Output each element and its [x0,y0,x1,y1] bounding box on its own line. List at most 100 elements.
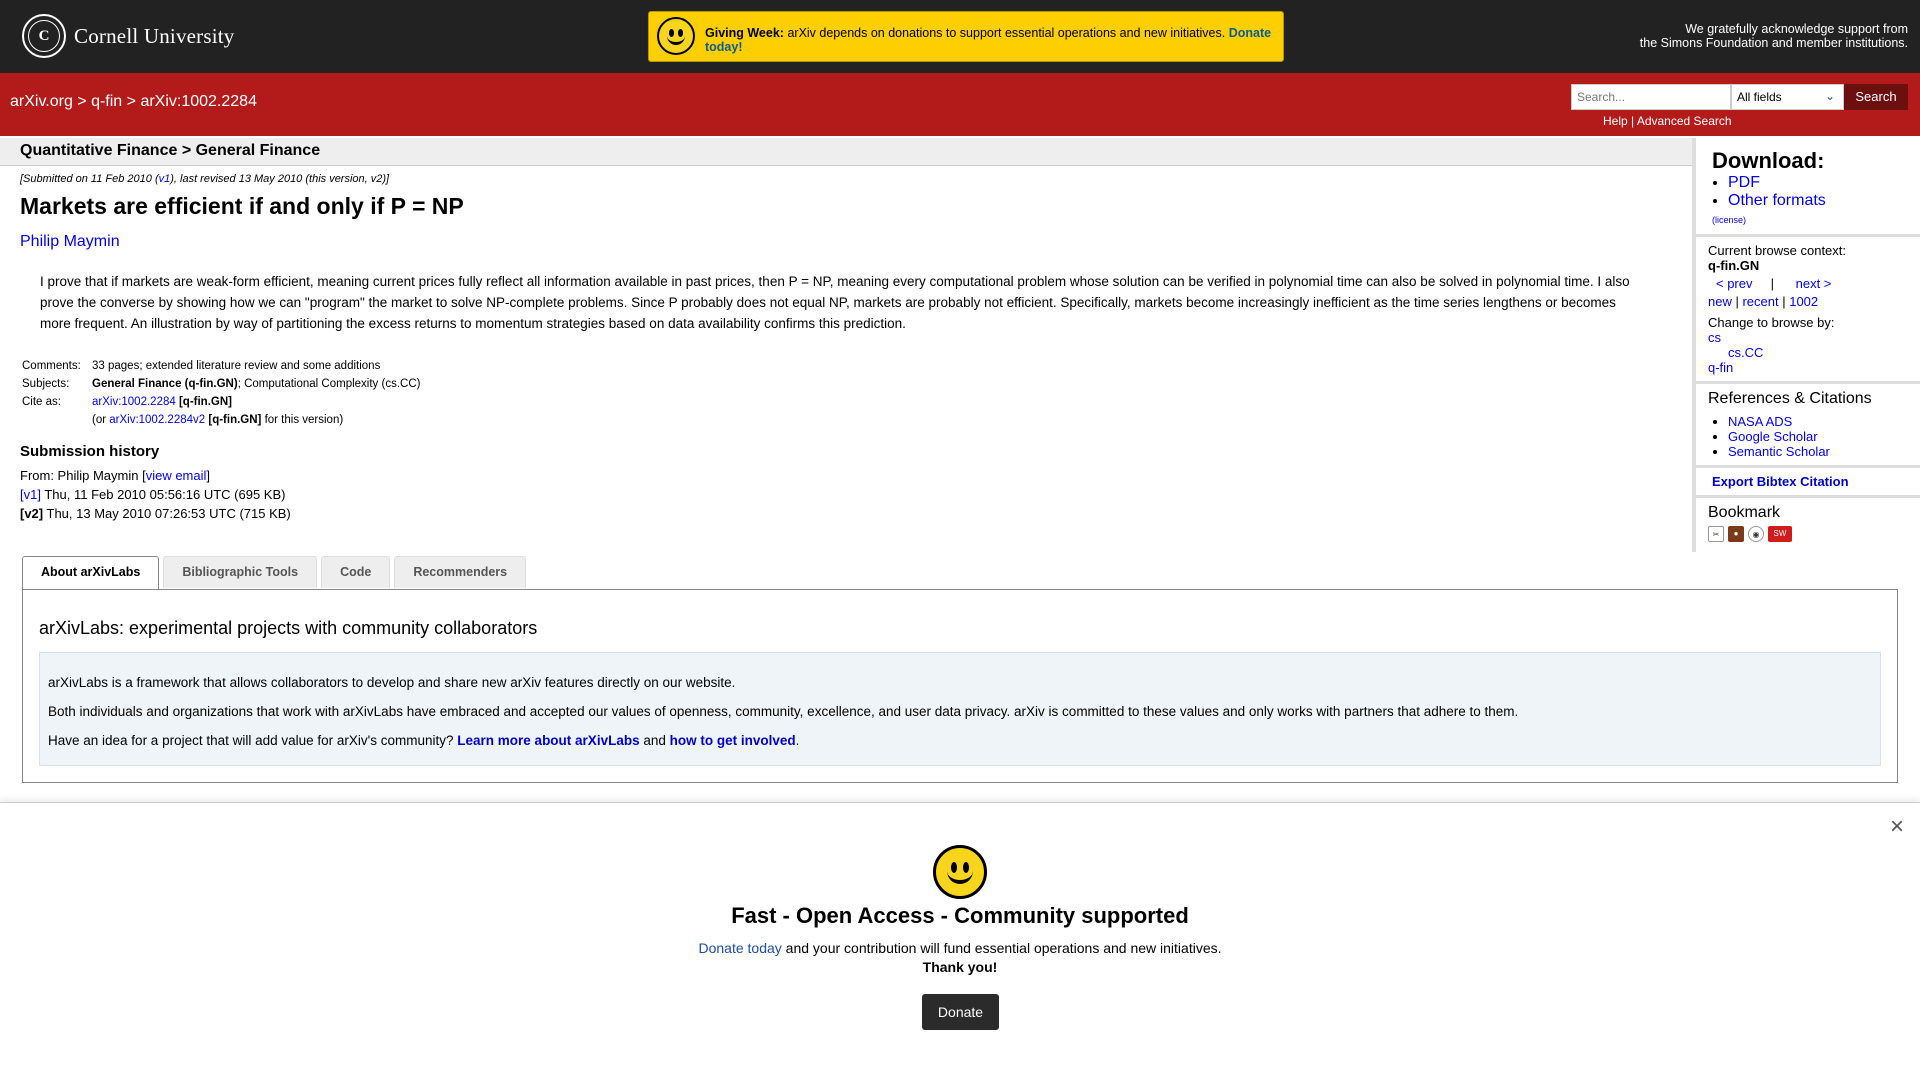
browse-qfin-link[interactable]: q-fin [1708,360,1908,375]
download-heading: Download: [1712,148,1825,173]
submitted-suffix: ), last revised 13 May 2010 (this versio… [170,173,390,185]
cite-category: [q-fin.GN] [178,396,232,408]
reddit-icon[interactable]: ◉ [1748,526,1764,542]
export-bibtex-link[interactable]: Export Bibtex Citation [1712,474,1849,489]
cornell-logo[interactable]: C Cornell University [22,14,235,58]
tab-bibliographic-tools[interactable]: Bibliographic Tools [163,556,318,588]
prev-link[interactable]: < prev [1716,276,1753,291]
tab-recommenders[interactable]: Recommenders [394,556,527,588]
history-v2-text: Thu, 13 May 2010 07:26:53 UTC (715 KB) [43,506,291,521]
from-text: From: Philip Maymin [ [20,468,146,483]
ack-line-2: the Simons Foundation and member institu… [1639,36,1908,50]
browse-cscc-link[interactable]: cs.CC [1708,345,1908,360]
bookmark-box: Bookmark ✂ ● ◉ SW [1696,498,1920,548]
new-link[interactable]: new [1708,294,1732,309]
smiley-icon [933,845,987,899]
cite-label: Cite as: [22,396,61,408]
browse-context-box: Current browse context: q-fin.GN < prev … [1696,237,1920,384]
pdf-link[interactable]: PDF [1728,174,1760,191]
change-browse-label: Change to browse by: [1708,315,1835,330]
search-field-value: All fields [1737,90,1782,104]
search-button[interactable]: Search [1844,84,1908,110]
subjects-row: Subjects: General Finance (q-fin.GN); Co… [20,375,422,393]
view-email-link[interactable]: view email [146,468,207,483]
history-from: From: Philip Maymin [view email] [20,466,291,485]
donate-button[interactable]: Donate [922,994,999,1030]
tab-about-arxivlabs[interactable]: About arXivLabs [22,556,160,590]
nav-bar: arXiv.org > q-fin > arXiv:1002.2284 Sear… [0,73,1920,136]
learn-more-link[interactable]: Learn more about arXivLabs [457,733,639,748]
labs-p3-period: . [795,733,800,748]
labs-paragraph-1: arXivLabs is a framework that allows col… [48,675,736,690]
close-icon[interactable]: × [1890,813,1904,841]
advanced-search-link[interactable]: Advanced Search [1637,114,1732,128]
cite-id-link[interactable]: arXiv:1002.2284 [92,396,176,408]
submission-history-heading: Submission history [20,443,160,460]
history-v2: [v2] Thu, 13 May 2010 07:26:53 UTC (715 … [20,504,291,523]
abstract: I prove that if markets are weak-form ef… [40,274,1630,331]
sciencewise-icon[interactable]: SW [1768,526,1792,542]
help-separator: | [1627,114,1637,128]
crumb-home[interactable]: arXiv.org [10,93,73,110]
cite-version-prefix: (or [92,414,110,426]
thank-you: Thank you! [922,959,998,975]
submission-history: From: Philip Maymin [view email] [v1] Th… [20,466,291,523]
cornell-name: Cornell University [74,23,235,48]
next-link[interactable]: next > [1796,276,1832,291]
ack-line-1: We gratefully acknowledge support from [1685,22,1908,36]
chevron-down-icon: ⌄ [1824,89,1835,103]
metadata-table: Comments: 33 pages; extended literature … [20,357,422,429]
crumb-separator: > [122,93,141,110]
crumb-category[interactable]: q-fin [91,93,122,110]
smiley-icon [657,17,695,55]
labs-description: arXivLabs is a framework that allows col… [39,652,1881,766]
search-field-select[interactable]: All fields ⌄ [1731,84,1844,110]
crumb-paper-id[interactable]: arXiv:1002.2284 [140,93,257,110]
semantic-scholar-link[interactable]: Semantic Scholar [1728,444,1830,459]
bibtex-box: Export Bibtex Citation [1696,468,1920,498]
submission-dates: [Submitted on 11 Feb 2010 (v1), last rev… [20,173,389,185]
bookmark-heading: Bookmark [1708,504,1781,521]
subjects-label: Subjects: [22,378,70,390]
paper-title: Markets are efficient if and only if P =… [20,193,464,219]
donate-today-link[interactable]: Donate today [699,940,782,956]
donation-text: Donate today and your contribution will … [0,939,1920,977]
v1-link[interactable]: v1 [159,173,171,185]
donation-overlay: × Fast - Open Access - Community support… [0,802,1920,1080]
labs-paragraph-3: Have an idea for a project that will add… [48,726,1872,755]
top-bar: C Cornell University Giving Week: arXiv … [0,0,1920,73]
cite-version-suffix: for this version) [261,414,344,426]
other-formats-link[interactable]: Other formats [1728,192,1826,209]
get-involved-link[interactable]: how to get involved [670,733,796,748]
labs-paragraph-2: Both individuals and organizations that … [48,704,1519,719]
context-value: q-fin.GN [1708,258,1760,273]
donation-body: and your contribution will fund essentia… [781,940,1222,956]
primary-subject: General Finance (q-fin.GN) [92,378,238,390]
acknowledgement: We gratefully acknowledge support from t… [1640,22,1908,50]
comments-row: Comments: 33 pages; extended literature … [20,357,422,375]
download-box: Download: PDF Other formats (license) [1696,138,1920,237]
help-links: Help | Advanced Search [1603,114,1732,128]
giving-text: arXiv depends on donations to support es… [787,26,1226,40]
license-link[interactable]: (license) [1712,215,1746,225]
bibsonomy-icon[interactable]: ✂ [1708,526,1724,542]
tab-code[interactable]: Code [321,556,391,588]
browse-cs-link[interactable]: cs [1708,330,1908,345]
history-v1-link[interactable]: [v1] [20,487,41,502]
author-link[interactable]: Philip Maymin [20,233,120,251]
mendeley-icon[interactable]: ● [1728,526,1744,542]
search-input[interactable]: Search... [1571,84,1731,110]
cite-version-link[interactable]: arXiv:1002.2284v2 [109,414,205,426]
help-link[interactable]: Help [1603,114,1628,128]
references-box: References & Citations NASA ADS Google S… [1696,384,1920,468]
month-link[interactable]: 1002 [1789,294,1818,309]
subject-header: Quantitative Finance > General Finance [0,138,1692,166]
prev-next-separator: | [1770,276,1774,291]
recent-link[interactable]: recent [1742,294,1778,309]
crumb-separator: > [72,93,92,110]
history-v1: [v1] Thu, 11 Feb 2010 05:56:16 UTC (695 … [20,485,291,504]
cornell-seal-icon: C [22,14,66,58]
nasa-ads-link[interactable]: NASA ADS [1728,414,1792,429]
giving-week-banner: Giving Week: arXiv depends on donations … [648,11,1284,62]
google-scholar-link[interactable]: Google Scholar [1728,429,1818,444]
